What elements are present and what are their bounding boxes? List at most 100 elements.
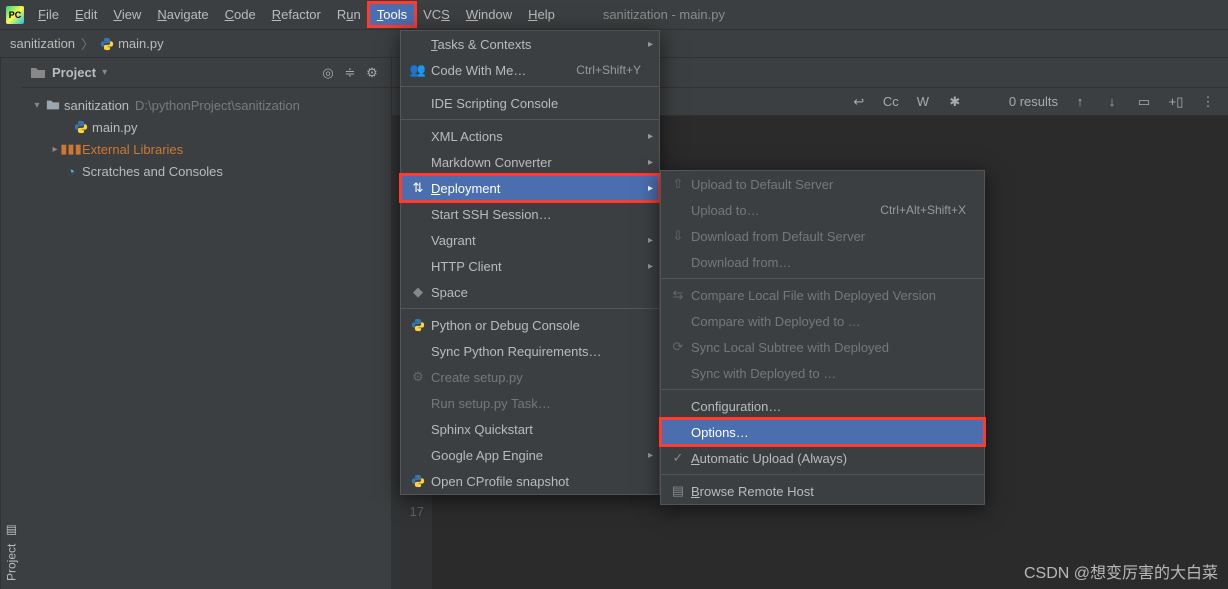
menu-xml-actions[interactable]: XML Actions▸ xyxy=(401,123,659,149)
menu-sync-requirements[interactable]: Sync Python Requirements… xyxy=(401,338,659,364)
filter-icon[interactable]: ✱ xyxy=(945,94,965,110)
compare-icon: ⇆ xyxy=(669,287,687,303)
menu-space[interactable]: ◆Space xyxy=(401,279,659,305)
tree-external-libraries[interactable]: ▸ ▮▮▮ External Libraries xyxy=(26,138,387,160)
chevron-down-icon[interactable]: ▾ xyxy=(102,67,107,78)
menu-compare-local: ⇆Compare Local File with Deployed Versio… xyxy=(661,282,984,308)
menu-configuration[interactable]: Configuration… xyxy=(661,393,984,419)
menu-separator xyxy=(661,474,984,475)
library-icon: ▮▮▮ xyxy=(62,141,80,157)
results-label: 0 results xyxy=(1009,94,1058,109)
tree-item-path: D:\pythonProject\sanitization xyxy=(135,98,300,113)
list-icon: ▤ xyxy=(669,483,687,499)
gear-icon[interactable]: ⚙ xyxy=(361,62,383,84)
breadcrumb-file[interactable]: main.py xyxy=(118,36,164,51)
watermark-text: CSDN @想变厉害的大白菜 xyxy=(1024,559,1218,583)
add-selection-icon[interactable]: +▯ xyxy=(1166,94,1186,110)
expand-all-icon[interactable]: ≑ xyxy=(339,62,361,84)
main-menu: File Edit View Navigate Code Refactor Ru… xyxy=(30,3,563,26)
menu-ide-scripting-console[interactable]: IDE Scripting Console xyxy=(401,90,659,116)
project-panel-header: Project ▾ ◎ ≑ ⚙ xyxy=(22,58,391,88)
menu-help[interactable]: Help xyxy=(520,3,563,26)
space-icon: ◆ xyxy=(409,284,427,300)
folder-icon: ▤ xyxy=(5,524,19,538)
download-icon: ⇩ xyxy=(669,228,687,244)
breadcrumb-sep: 〉 xyxy=(81,34,94,53)
menu-browse-remote-host[interactable]: ▤Browse Remote Host xyxy=(661,478,984,504)
python-icon: ⚙ xyxy=(409,369,427,385)
breadcrumb-root[interactable]: sanitization xyxy=(10,36,75,51)
menu-download-default: ⇩Download from Default Server xyxy=(661,223,984,249)
tree-item-label: Scratches and Consoles xyxy=(82,164,223,179)
menu-code-with-me[interactable]: 👥Code With Me…Ctrl+Shift+Y xyxy=(401,57,659,83)
menu-run-setup: Run setup.py Task… xyxy=(401,390,659,416)
menu-separator xyxy=(401,119,659,120)
left-tool-gutter[interactable]: Project ▤ xyxy=(0,58,22,589)
people-icon: 👥 xyxy=(409,62,427,78)
prev-result-icon[interactable]: ↑ xyxy=(1070,94,1090,109)
deployment-submenu: ⇧Upload to Default Server Upload to…Ctrl… xyxy=(660,170,985,505)
menu-create-setup: ⚙Create setup.py xyxy=(401,364,659,390)
tree-item-label: main.py xyxy=(92,120,138,135)
menu-sync-local: ⟳Sync Local Subtree with Deployed xyxy=(661,334,984,360)
menu-sync-with: Sync with Deployed to … xyxy=(661,360,984,386)
chevron-down-icon[interactable]: ▾ xyxy=(30,100,44,111)
tree-file-mainpy[interactable]: main.py xyxy=(26,116,387,138)
tree-item-label: sanitization xyxy=(64,98,129,113)
menu-code[interactable]: Code xyxy=(217,3,264,26)
menu-start-ssh[interactable]: Start SSH Session… xyxy=(401,201,659,227)
menu-vcs[interactable]: VCS xyxy=(415,3,458,26)
menu-options[interactable]: Options… xyxy=(661,419,984,445)
tools-menu-popup: Tasks & Contexts▸ 👥Code With Me…Ctrl+Shi… xyxy=(400,30,660,495)
menu-download-from: Download from… xyxy=(661,249,984,275)
menu-compare-with: Compare with Deployed to … xyxy=(661,308,984,334)
menu-markdown-converter[interactable]: Markdown Converter▸ xyxy=(401,149,659,175)
menu-google-app-engine[interactable]: Google App Engine▸ xyxy=(401,442,659,468)
python-file-icon xyxy=(72,120,90,134)
menu-deployment[interactable]: ⇅Deployment▸ xyxy=(401,175,659,201)
menu-automatic-upload[interactable]: ✓Automatic Upload (Always) xyxy=(661,445,984,471)
menu-separator xyxy=(661,389,984,390)
folder-icon xyxy=(30,65,46,81)
tree-item-label: External Libraries xyxy=(82,142,183,157)
menu-vagrant[interactable]: Vagrant▸ xyxy=(401,227,659,253)
menu-window[interactable]: Window xyxy=(458,3,520,26)
more-icon[interactable]: ⋮ xyxy=(1198,94,1218,110)
menu-separator xyxy=(401,86,659,87)
menu-run[interactable]: Run xyxy=(329,3,369,26)
next-result-icon[interactable]: ↓ xyxy=(1102,94,1122,109)
menu-file[interactable]: File xyxy=(30,3,67,26)
select-opened-file-icon[interactable]: ◎ xyxy=(317,62,339,84)
menu-edit[interactable]: Edit xyxy=(67,3,105,26)
words-icon[interactable]: W xyxy=(913,94,933,109)
match-case-icon[interactable]: Cc xyxy=(881,94,901,109)
tree-project-root[interactable]: ▾ sanitization D:\pythonProject\sanitiza… xyxy=(26,94,387,116)
sync-icon: ⟳ xyxy=(669,339,687,355)
upload-icon: ⇧ xyxy=(669,176,687,192)
menu-navigate[interactable]: Navigate xyxy=(149,3,216,26)
project-tree: ▾ sanitization D:\pythonProject\sanitiza… xyxy=(22,88,391,188)
menu-sphinx-quickstart[interactable]: Sphinx Quickstart xyxy=(401,416,659,442)
tree-scratches[interactable]: ◔ Scratches and Consoles xyxy=(26,160,387,182)
check-icon: ✓ xyxy=(669,450,687,466)
folder-icon xyxy=(44,98,62,112)
menu-tasks-contexts[interactable]: Tasks & Contexts▸ xyxy=(401,31,659,57)
menu-http-client[interactable]: HTTP Client▸ xyxy=(401,253,659,279)
menu-upload-default: ⇧Upload to Default Server xyxy=(661,171,984,197)
menu-view[interactable]: View xyxy=(105,3,149,26)
select-all-icon[interactable]: ▭ xyxy=(1134,94,1154,110)
menu-python-console[interactable]: Python or Debug Console xyxy=(401,312,659,338)
panel-title[interactable]: Project xyxy=(52,65,96,80)
scratches-icon: ◔ xyxy=(62,164,80,179)
line-number: 17 xyxy=(392,501,424,522)
window-title: sanitization - main.py xyxy=(603,7,725,22)
project-tool-window: Project ▾ ◎ ≑ ⚙ ▾ sanitization D:\python… xyxy=(22,58,392,589)
menu-tools[interactable]: Tools xyxy=(369,3,415,26)
app-icon: PC xyxy=(6,6,24,24)
menu-open-cprofile[interactable]: Open CProfile snapshot xyxy=(401,468,659,494)
regex-icon[interactable]: ↩ xyxy=(849,94,869,110)
project-tab-label[interactable]: Project xyxy=(5,544,19,581)
python-icon xyxy=(409,474,427,488)
menu-refactor[interactable]: Refactor xyxy=(264,3,329,26)
menu-separator xyxy=(401,308,659,309)
